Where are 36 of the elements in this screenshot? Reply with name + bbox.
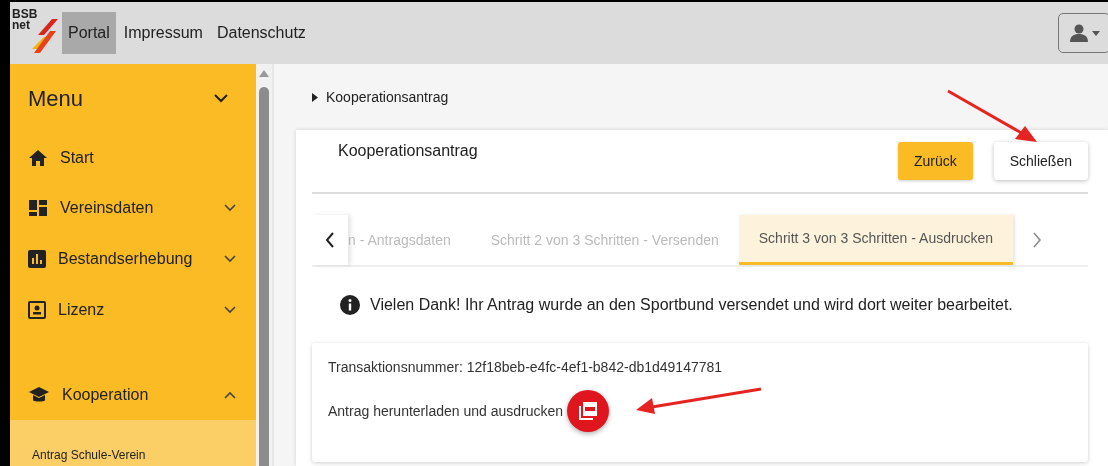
breadcrumb[interactable]: Kooperationsantrag — [326, 86, 449, 108]
card-title: Kooperationsantrag — [338, 141, 479, 161]
sidebar-item[interactable]: Kooperation — [10, 369, 256, 420]
transaction-number: Transaktionsnummer: 12f18beb-e4fc-4ef1-b842-db1d49147781 — [328, 358, 724, 377]
nav-link[interactable]: Portal — [62, 12, 116, 54]
id-card-icon — [28, 300, 46, 319]
user-menu-button[interactable] — [1058, 13, 1108, 53]
home-icon — [28, 148, 48, 167]
chevron-left-icon — [325, 232, 335, 248]
sidebar-item[interactable]: Bestandserhebung — [10, 233, 256, 285]
success-message: Vielen Dank! Ihr Antrag wurde an den Sportbund versendet und wird dort weiter bearbeitet. — [370, 295, 1013, 315]
dashboard-icon — [28, 199, 48, 218]
nav-link[interactable]: Impressum — [117, 12, 209, 54]
menu-title: Menu — [28, 84, 84, 113]
step-tab[interactable]: Schritt 3 von 3 Schritten - Ausdrucken — [738, 215, 1013, 265]
nav-link[interactable]: Datenschutz — [210, 12, 312, 54]
caret-icon — [1091, 30, 1100, 36]
user-icon — [1068, 24, 1089, 42]
close-button[interactable]: Schließen — [993, 142, 1088, 180]
graduation-cap-icon — [28, 385, 50, 404]
caret-icon[interactable] — [312, 92, 318, 102]
chevron-right-icon — [1032, 232, 1042, 248]
sidebar-item[interactable]: Start — [10, 132, 256, 184]
sidebar-item[interactable]: Lizenz — [10, 284, 256, 336]
sidebar-item[interactable]: Vereinsdaten — [10, 183, 256, 234]
scrollbar-thumb[interactable] — [259, 87, 269, 466]
scroll-up-icon[interactable] — [259, 70, 269, 77]
back-button[interactable]: Zurück — [897, 142, 973, 180]
info-icon — [340, 295, 360, 315]
menu-header[interactable]: Menu — [10, 64, 256, 133]
logo[interactable]: BSB net — [10, 7, 62, 59]
download-label: Antrag herunterladen und ausdrucken — [328, 401, 564, 421]
bar-chart-icon — [28, 250, 46, 269]
pdf-icon — [578, 401, 599, 421]
submenu-item[interactable]: Antrag Schule-Verein — [32, 447, 146, 462]
pdf-download-button[interactable] — [567, 390, 610, 432]
